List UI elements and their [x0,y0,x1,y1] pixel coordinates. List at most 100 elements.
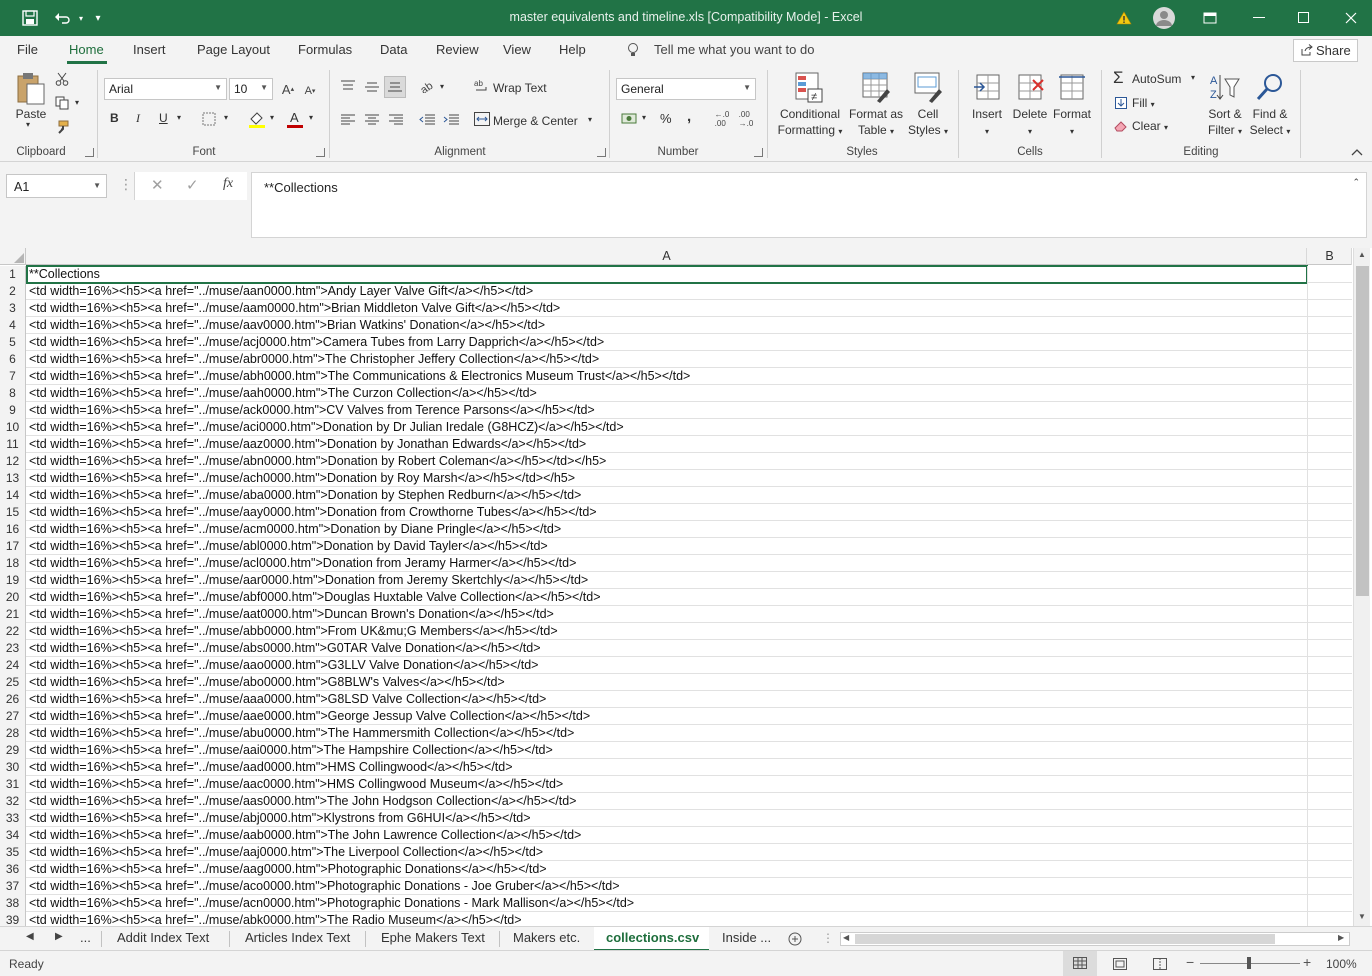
cell-a[interactable]: <td width=16%><h5><a href="../muse/abo00… [29,674,505,691]
cell-a[interactable]: <td width=16%><h5><a href="../muse/aba00… [29,487,581,504]
bold-button[interactable]: B [110,111,119,125]
cell-a[interactable]: <td width=16%><h5><a href="../muse/aac00… [29,776,563,793]
cell-a[interactable]: <td width=16%><h5><a href="../muse/aai00… [29,742,553,759]
row-header[interactable]: 13 [0,470,26,487]
collapse-formula-icon[interactable]: ⌃ [1352,177,1360,188]
row-header[interactable]: 38 [0,895,26,912]
row-header[interactable]: 22 [0,623,26,640]
tab-review[interactable]: Review [436,42,479,57]
row-header[interactable]: 16 [0,521,26,538]
number-launcher-icon[interactable] [754,148,763,157]
row-header[interactable]: 6 [0,351,26,368]
align-middle-icon[interactable] [364,80,380,94]
row-header[interactable]: 12 [0,453,26,470]
copy-dropdown-icon[interactable]: ▾ [75,98,79,107]
format-cells-label[interactable]: Format ▾ [1050,106,1094,140]
row-header[interactable]: 20 [0,589,26,606]
cell-a[interactable]: <td width=16%><h5><a href="../muse/abj00… [29,810,531,827]
increase-indent-icon[interactable] [442,112,460,126]
align-right-icon[interactable] [388,112,404,126]
autosum-dropdown-icon[interactable]: ▾ [1191,73,1195,82]
tab-home[interactable]: Home [69,42,104,57]
select-all-button[interactable] [0,248,26,265]
increase-decimal-icon[interactable]: ←.0.00 [712,110,732,128]
confirm-entry-icon[interactable]: ✓ [186,176,199,194]
insert-cells-label[interactable]: Insert ▾ [966,106,1008,140]
row-header[interactable]: 29 [0,742,26,759]
merge-center-button[interactable]: Merge & Center [493,114,578,128]
row-header[interactable]: 33 [0,810,26,827]
accounting-dropdown-icon[interactable]: ▾ [642,113,646,122]
conditional-formatting-label[interactable]: Conditional Formatting ▾ [772,106,848,140]
vertical-scroll-thumb[interactable] [1356,266,1369,596]
row-header[interactable]: 26 [0,691,26,708]
align-left-icon[interactable] [340,112,356,126]
increase-font-icon[interactable]: A ▴ [280,80,296,98]
row-header[interactable]: 35 [0,844,26,861]
row-header[interactable]: 10 [0,419,26,436]
font-launcher-icon[interactable] [316,148,325,157]
wrap-text-icon[interactable]: ab [474,77,490,95]
horizontal-scroll-thumb[interactable] [855,934,1275,944]
ribbon-display-options-icon[interactable] [1196,0,1224,36]
row-header[interactable]: 2 [0,283,26,300]
row-header[interactable]: 8 [0,385,26,402]
cell-a[interactable]: <td width=16%><h5><a href="../muse/acl00… [29,555,576,572]
cell-a[interactable]: <td width=16%><h5><a href="../muse/acm00… [29,521,561,538]
cell-a[interactable]: <td width=16%><h5><a href="../muse/aaj00… [29,844,543,861]
row-header[interactable]: 34 [0,827,26,844]
cut-icon[interactable] [54,71,70,87]
cell-a[interactable]: <td width=16%><h5><a href="../muse/aav00… [29,317,545,334]
sheet-tab-articles-index-text[interactable]: Articles Index Text [245,927,350,951]
insert-function-button[interactable]: fx [223,176,233,192]
cell-a[interactable]: <td width=16%><h5><a href="../muse/ach00… [29,470,575,487]
align-center-icon[interactable] [364,112,380,126]
drag-handle-icon[interactable]: ⋮ [119,176,133,193]
paste-icon[interactable] [14,70,48,108]
sheet-tab-ephe-makers-text[interactable]: Ephe Makers Text [381,927,485,951]
cell-a[interactable]: <td width=16%><h5><a href="../muse/abr00… [29,351,599,368]
scroll-left-icon[interactable]: ◀ [843,933,849,942]
row-header[interactable]: 36 [0,861,26,878]
align-bottom-icon[interactable] [384,76,406,98]
number-format-box[interactable]: General ▼ [616,78,756,100]
borders-icon[interactable] [201,111,217,127]
sort-filter-icon[interactable]: AZ [1207,70,1241,104]
name-box[interactable]: A1 ▼ [6,174,107,198]
cell-a[interactable]: <td width=16%><h5><a href="../muse/aan00… [29,283,533,300]
more-tabs-left[interactable]: ... [80,927,91,951]
tell-me-search[interactable]: Tell me what you want to do [654,42,814,57]
underline-button[interactable]: U [159,111,168,125]
row-header[interactable]: 24 [0,657,26,674]
orientation-dropdown-icon[interactable]: ▾ [440,82,444,91]
row-header[interactable]: 3 [0,300,26,317]
cell-a[interactable]: <td width=16%><h5><a href="../muse/abu00… [29,725,574,742]
wrap-text-button[interactable]: Wrap Text [493,81,547,95]
scroll-right-icon[interactable]: ▶ [1338,933,1344,942]
cell-a[interactable]: <td width=16%><h5><a href="../muse/aas00… [29,793,576,810]
accounting-format-icon[interactable] [620,110,640,128]
font-color-dropdown-icon[interactable]: ▾ [309,113,313,122]
sort-filter-label[interactable]: Sort & Filter ▾ [1203,106,1247,140]
font-name-box[interactable]: Arial ▼ [104,78,227,100]
cell-a[interactable]: <td width=16%><h5><a href="../muse/aao00… [29,657,538,674]
row-header[interactable]: 7 [0,368,26,385]
comma-style-button[interactable]: , [687,108,691,125]
cell-a[interactable]: <td width=16%><h5><a href="../muse/acn00… [29,895,634,912]
column-header-a[interactable]: A [27,248,1307,265]
cell-a[interactable]: <td width=16%><h5><a href="../muse/abn00… [29,453,606,470]
zoom-level[interactable]: 100% [1326,957,1357,971]
format-cells-icon[interactable] [1056,70,1088,104]
scroll-up-icon[interactable]: ▲ [1358,250,1366,259]
cell-styles-icon[interactable] [912,70,944,104]
font-size-box[interactable]: 10 ▼ [229,78,273,100]
row-header[interactable]: 9 [0,402,26,419]
fill-color-dropdown-icon[interactable]: ▾ [270,113,274,122]
cell-a[interactable]: <td width=16%><h5><a href="../muse/abl00… [29,538,548,555]
cell-a[interactable]: <td width=16%><h5><a href="../muse/aci00… [29,419,624,436]
fill-button[interactable]: Fill ▾ [1132,96,1155,110]
italic-button[interactable]: I [136,111,140,126]
autosum-icon[interactable]: Σ [1113,68,1124,88]
row-header[interactable]: 27 [0,708,26,725]
chevron-down-icon[interactable]: ▼ [93,181,101,190]
